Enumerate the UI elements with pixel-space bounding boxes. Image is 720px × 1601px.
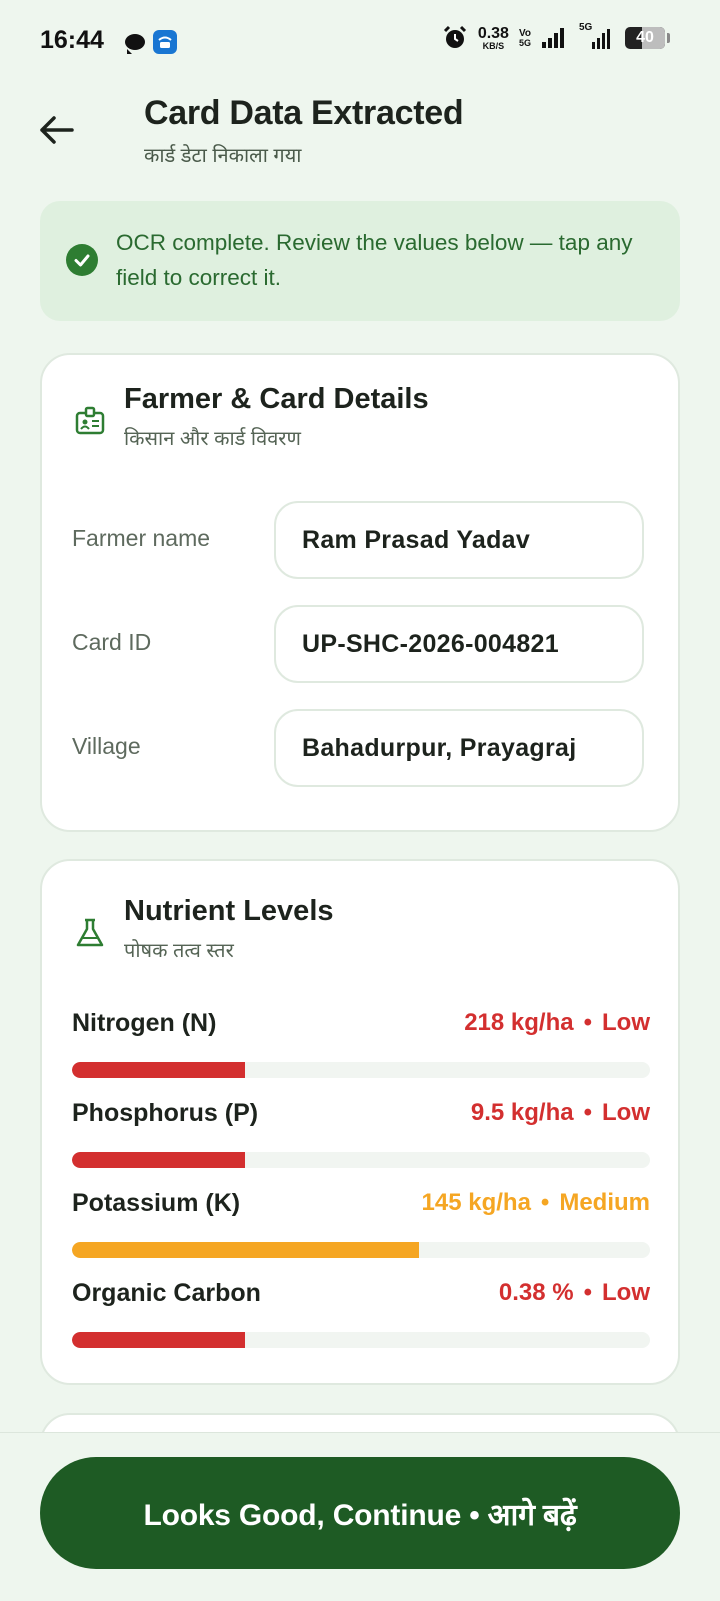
back-button[interactable] (30, 104, 82, 156)
nutrient-row-organic-carbon: Organic Carbon 0.38 % • Low (72, 1279, 650, 1359)
nutrient-levels-section: Nutrient Levels पोषक तत्व स्तर Nitrogen … (40, 859, 680, 1385)
system-status-icons: 0.38 KB/S Vo 5G 5G 40 (442, 22, 670, 52)
page-subtitle: कार्ड डेटा निकाला गया (144, 145, 302, 167)
card-subtitle: पोषक तत्व स्तर (124, 940, 234, 962)
farmer-card-details-section: Farmer & Card Details किसान और कार्ड विव… (40, 353, 680, 832)
nutrient-row-nitrogen: Nitrogen (N) 218 kg/ha • Low (72, 1009, 650, 1089)
nutrient-value: 0.38 % • Low (498, 1279, 650, 1306)
ocr-status-banner: OCR complete. Review the values below — … (40, 201, 680, 321)
card-title: Nutrient Levels (124, 895, 334, 927)
status-bar: 16:44 0.38 KB/S Vo 5G 5G 40 (0, 0, 720, 84)
village-input[interactable] (274, 709, 644, 787)
farmer-name-row: Farmer name (42, 501, 678, 581)
volte-indicator: Vo 5G (518, 27, 531, 48)
flask-icon (72, 915, 108, 951)
id-badge-icon (72, 403, 108, 439)
card-id-row: Card ID (42, 605, 678, 685)
nutrient-name: Nitrogen (N) (72, 1009, 217, 1037)
network-speed: 0.38 KB/S (477, 24, 509, 51)
continue-button[interactable]: Looks Good, Continue • आगे बढ़ें (40, 1457, 680, 1569)
farmer-name-label: Farmer name (72, 525, 211, 551)
arrow-left-icon (40, 116, 74, 144)
nutrient-level-bar (72, 1242, 650, 1258)
card-id-input[interactable] (274, 605, 644, 683)
app-notification-icon (153, 30, 177, 54)
card-id-label: Card ID (72, 629, 152, 655)
nutrient-name: Organic Carbon (72, 1279, 261, 1307)
battery-icon: 40 (625, 27, 665, 49)
village-label: Village (72, 733, 141, 759)
check-circle-icon (66, 244, 98, 276)
card-title: Farmer & Card Details (124, 383, 429, 415)
nutrient-value: 145 kg/ha • Medium (421, 1189, 650, 1216)
farmer-name-input[interactable] (274, 501, 644, 579)
nutrient-row-phosphorus: Phosphorus (P) 9.5 kg/ha • Low (72, 1099, 650, 1179)
page-title: Card Data Extracted (144, 94, 464, 132)
notification-icons (125, 30, 177, 54)
nutrient-row-potassium: Potassium (K) 145 kg/ha • Medium (72, 1189, 650, 1269)
nutrient-level-bar (72, 1152, 650, 1168)
chat-notification-icon (125, 34, 145, 54)
alarm-icon (442, 25, 468, 51)
signal-icon (541, 27, 565, 49)
ocr-status-text: OCR complete. Review the values below — … (116, 230, 633, 290)
status-time: 16:44 (40, 26, 104, 54)
card-subtitle: किसान और कार्ड विवरण (124, 428, 301, 450)
nutrient-name: Phosphorus (P) (72, 1099, 259, 1127)
nutrient-level-bar (72, 1332, 650, 1348)
nutrient-value: 218 kg/ha • Low (464, 1009, 650, 1036)
nutrient-name: Potassium (K) (72, 1189, 241, 1217)
5g-signal-icon: 5G (575, 22, 615, 52)
village-row: Village (42, 709, 678, 789)
nutrient-level-bar (72, 1062, 650, 1078)
bottom-action-bar: Looks Good, Continue • आगे बढ़ें (0, 1432, 720, 1601)
nutrient-value: 9.5 kg/ha • Low (470, 1099, 650, 1126)
